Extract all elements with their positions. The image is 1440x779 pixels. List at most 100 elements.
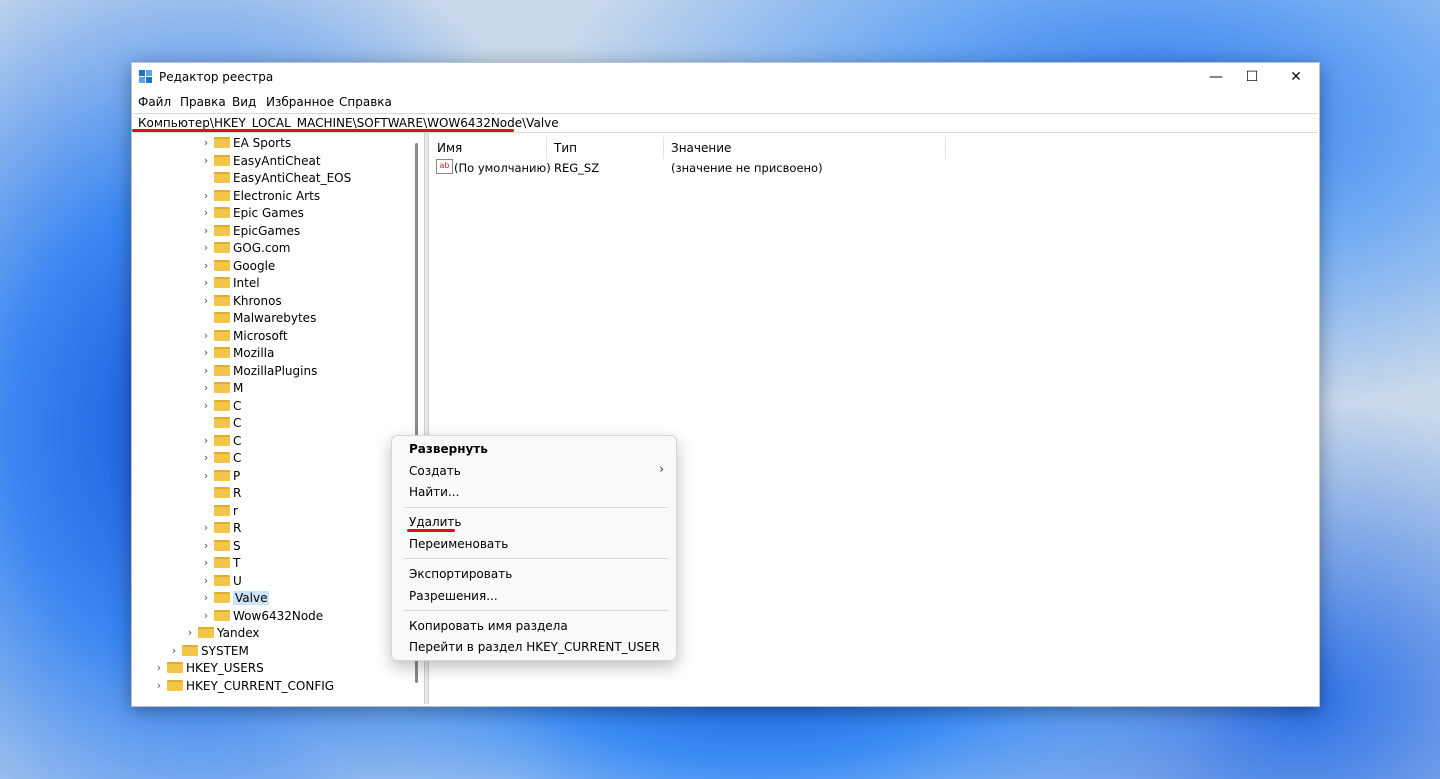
column-header-value[interactable]: Значение xyxy=(664,137,946,159)
ctx-export[interactable]: Экспортировать xyxy=(409,567,512,581)
folder-icon xyxy=(214,557,230,568)
tree-item[interactable]: › Google xyxy=(200,257,276,274)
chevron-right-icon[interactable]: › xyxy=(168,644,180,657)
tree-item[interactable]: › P xyxy=(200,467,240,484)
tree-item[interactable]: › HKEY_CURRENT_CONFIG xyxy=(153,677,334,694)
tree-item[interactable]: R xyxy=(200,484,241,501)
chevron-right-icon[interactable]: › xyxy=(200,206,212,219)
tree-item[interactable]: › HKEY_USERS xyxy=(153,659,264,676)
folder-icon xyxy=(214,575,230,586)
ctx-copy-key-name[interactable]: Копировать имя раздела xyxy=(409,619,568,633)
chevron-right-icon[interactable]: › xyxy=(200,189,212,202)
chevron-right-icon[interactable]: › xyxy=(200,591,212,604)
registry-app-icon xyxy=(139,70,152,83)
folder-icon xyxy=(214,365,230,376)
menu-file[interactable]: Файл xyxy=(138,95,171,109)
value-name[interactable]: (По умолчанию) xyxy=(454,161,551,175)
tree-item[interactable]: › Yandex xyxy=(184,624,260,641)
chevron-right-icon[interactable]: › xyxy=(184,626,196,639)
ctx-separator xyxy=(404,507,668,508)
tree-item[interactable]: › Mozilla xyxy=(200,344,275,361)
ctx-find[interactable]: Найти... xyxy=(409,485,459,499)
folder-icon xyxy=(214,540,230,551)
tree-item[interactable]: › C xyxy=(200,449,242,466)
menu-bar: Файл Правка Вид Избранное Справка xyxy=(132,93,1319,111)
ctx-rename[interactable]: Переименовать xyxy=(409,537,508,551)
column-header-name[interactable]: Имя xyxy=(430,137,547,159)
tree-item[interactable]: Malwarebytes xyxy=(200,309,316,326)
menu-edit[interactable]: Правка xyxy=(180,95,226,109)
ctx-expand[interactable]: Развернуть xyxy=(409,442,488,456)
tree-item[interactable]: › GOG.com xyxy=(200,239,291,256)
tree-item[interactable]: › T xyxy=(200,554,241,571)
folder-icon xyxy=(214,137,230,148)
folder-icon xyxy=(214,242,230,253)
tree-item[interactable]: › Epic Games xyxy=(200,204,304,221)
tree-item[interactable]: › Wow6432Node xyxy=(200,607,323,624)
tree-item[interactable]: › SYSTEM xyxy=(168,642,249,659)
folder-icon xyxy=(214,190,230,201)
menu-view[interactable]: Вид xyxy=(232,95,256,109)
menu-help[interactable]: Справка xyxy=(339,95,392,109)
tree-item[interactable]: › C xyxy=(200,432,242,449)
tree-item[interactable]: › EA Sports xyxy=(200,134,291,151)
folder-icon xyxy=(214,400,230,411)
value-data: (значение не присвоено) xyxy=(671,161,823,175)
tree-item[interactable]: › S xyxy=(200,537,241,554)
tree-item[interactable]: EasyAntiCheat_EOS xyxy=(200,169,351,186)
tree-item[interactable]: r xyxy=(200,502,238,519)
tree-item[interactable]: › C xyxy=(200,397,242,414)
ctx-permissions[interactable]: Разрешения... xyxy=(409,589,498,603)
tree-item[interactable]: › Electronic Arts xyxy=(200,187,320,204)
folder-icon xyxy=(214,312,230,323)
registry-tree: › EA Sports › EasyAntiCheat EasyAntiCheat_… xyxy=(133,133,409,704)
tree-item[interactable]: › MozillaPlugins xyxy=(200,362,318,379)
chevron-right-icon[interactable]: › xyxy=(200,539,212,552)
tree-item[interactable]: › R xyxy=(200,519,242,536)
chevron-right-icon[interactable]: › xyxy=(200,241,212,254)
chevron-right-icon[interactable]: › xyxy=(200,381,212,394)
tree-item[interactable]: › M xyxy=(200,379,244,396)
chevron-right-icon[interactable]: › xyxy=(200,276,212,289)
folder-icon xyxy=(214,592,230,603)
delete-highlight-underline xyxy=(407,529,455,532)
folder-icon xyxy=(214,522,230,533)
ctx-create[interactable]: Создать xyxy=(409,464,461,478)
chevron-right-icon[interactable]: › xyxy=(200,609,212,622)
tree-item[interactable]: › EpicGames xyxy=(200,222,300,239)
ctx-goto-hkcu[interactable]: Перейти в раздел HKEY_CURRENT_USER xyxy=(409,640,660,654)
tree-item[interactable]: › EasyAntiCheat xyxy=(200,152,321,169)
chevron-right-icon[interactable]: › xyxy=(200,451,212,464)
tree-item[interactable]: C xyxy=(200,414,241,431)
chevron-right-icon[interactable]: › xyxy=(200,154,212,167)
chevron-right-icon[interactable]: › xyxy=(200,556,212,569)
maximize-button[interactable]: ☐ xyxy=(1229,63,1275,91)
tree-item[interactable]: › Khronos xyxy=(200,292,282,309)
chevron-right-icon[interactable]: › xyxy=(200,346,212,359)
close-button[interactable]: ✕ xyxy=(1273,63,1319,91)
chevron-right-icon[interactable]: › xyxy=(200,434,212,447)
registry-editor-window: Редактор реестра — ☐ ✕ Файл Правка Вид И… xyxy=(131,62,1320,707)
chevron-right-icon[interactable]: › xyxy=(153,679,165,692)
tree-item[interactable]: › Microsoft xyxy=(200,327,288,344)
chevron-right-icon[interactable]: › xyxy=(200,399,212,412)
chevron-right-icon[interactable]: › xyxy=(200,329,212,342)
tree-item-selected[interactable]: › Valve xyxy=(200,589,270,606)
chevron-right-icon[interactable]: › xyxy=(200,469,212,482)
chevron-right-icon[interactable]: › xyxy=(200,136,212,149)
tree-item[interactable]: › U xyxy=(200,572,242,589)
chevron-right-icon[interactable]: › xyxy=(200,364,212,377)
value-type: REG_SZ xyxy=(554,161,600,175)
menu-favorites[interactable]: Избранное xyxy=(266,95,334,109)
tree-item[interactable]: › Intel xyxy=(200,274,260,291)
chevron-right-icon[interactable]: › xyxy=(153,661,165,674)
chevron-right-icon[interactable]: › xyxy=(200,521,212,534)
chevron-right-icon[interactable]: › xyxy=(200,224,212,237)
folder-icon xyxy=(198,627,214,638)
column-header-type[interactable]: Тип xyxy=(547,137,664,159)
chevron-right-icon[interactable]: › xyxy=(200,294,212,307)
title-bar[interactable]: Редактор реестра — ☐ ✕ xyxy=(132,63,1319,91)
ctx-delete[interactable]: Удалить xyxy=(409,515,462,529)
chevron-right-icon[interactable]: › xyxy=(200,574,212,587)
chevron-right-icon[interactable]: › xyxy=(200,259,212,272)
